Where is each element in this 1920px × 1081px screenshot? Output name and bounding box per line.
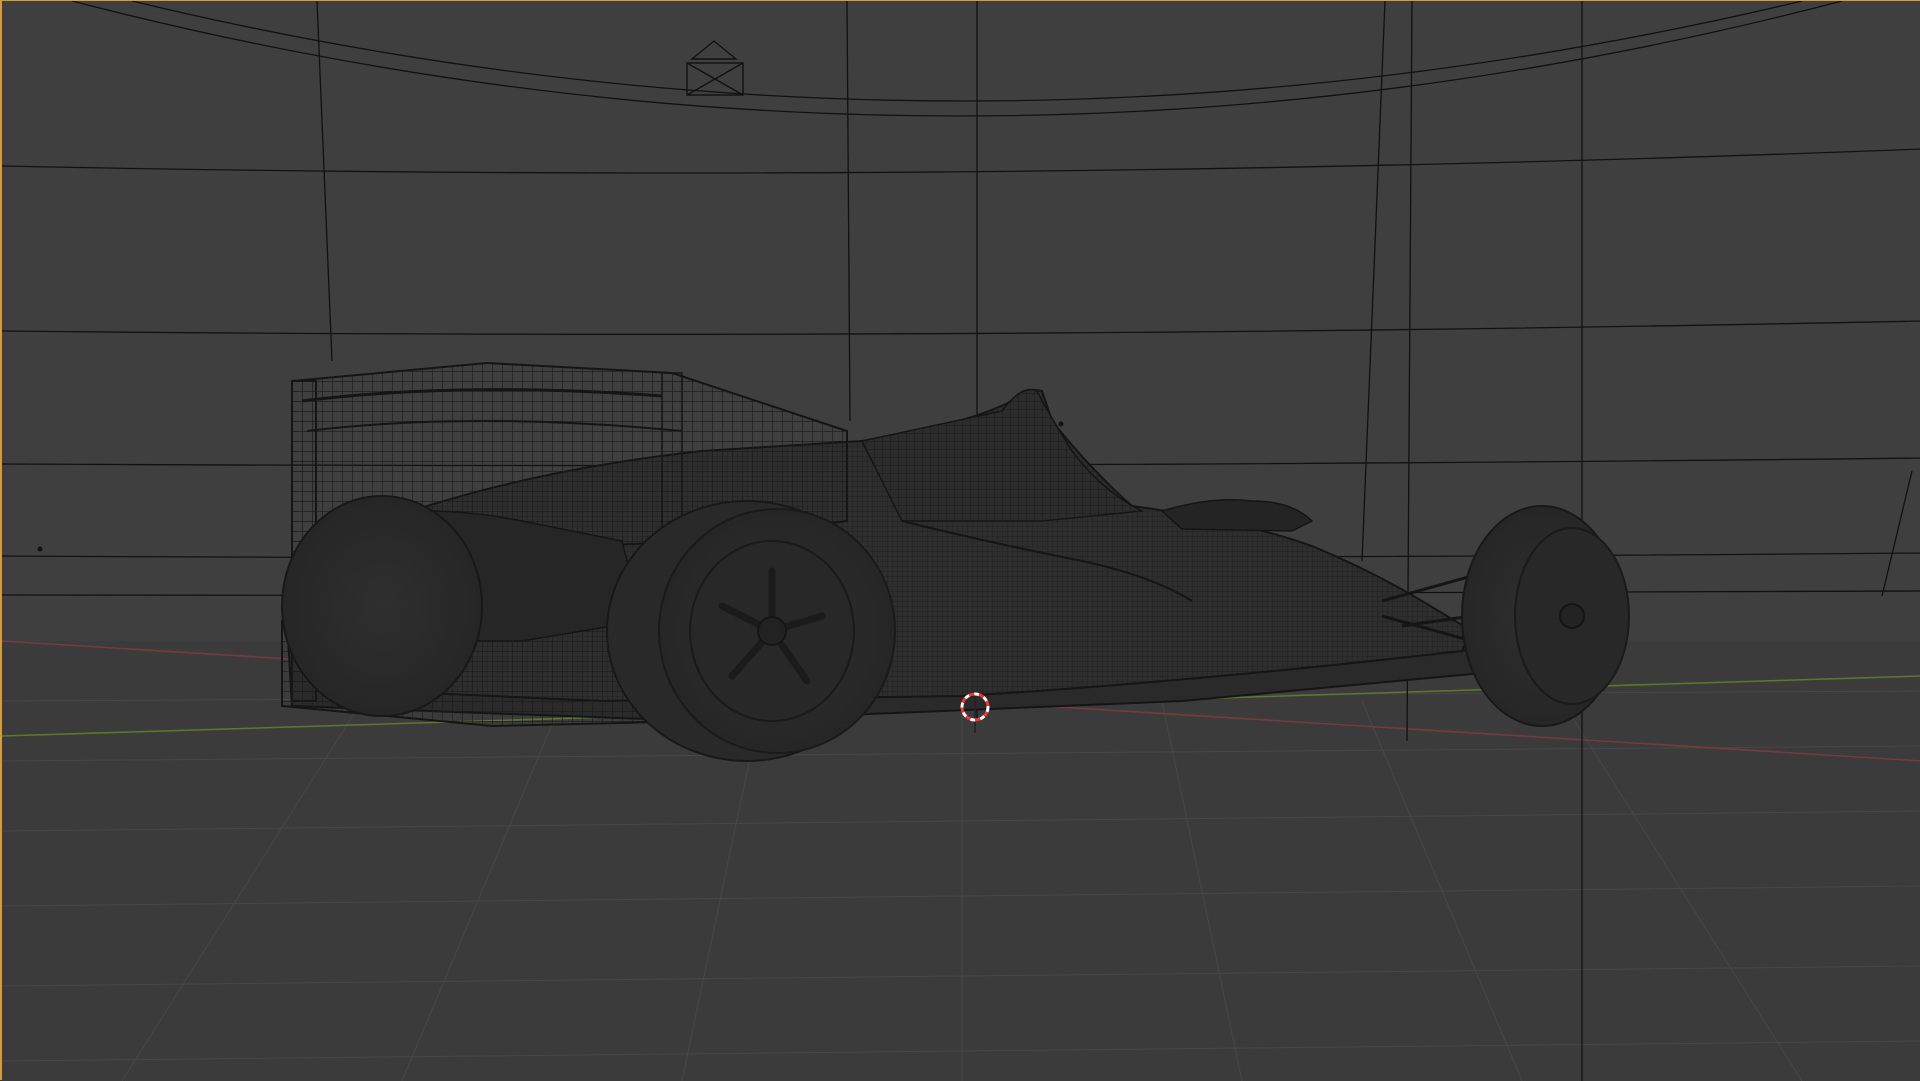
vertex-dot [37, 546, 43, 552]
rear-left-tire [281, 495, 483, 717]
3d-viewport[interactable] [0, 0, 1920, 1081]
vertex-dot [1058, 421, 1064, 427]
rear-right-tire [606, 500, 896, 762]
viewport-canvas[interactable] [2, 1, 1920, 1081]
